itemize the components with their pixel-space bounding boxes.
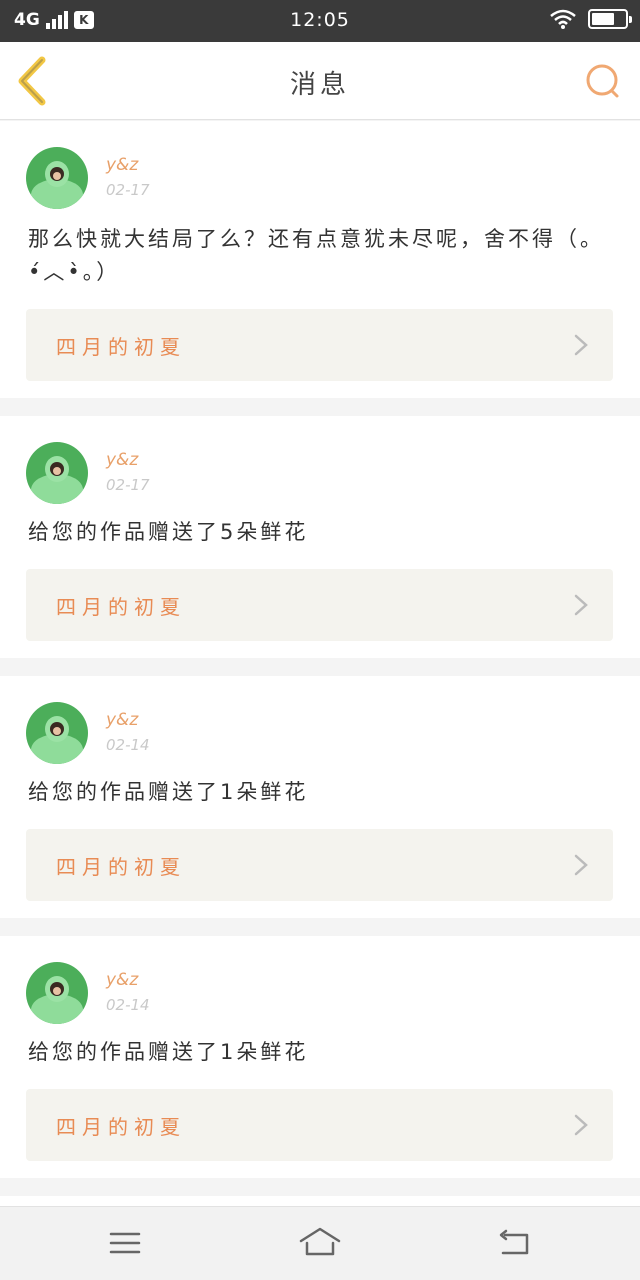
username[interactable]: y&z: [106, 450, 138, 470]
chevron-right-icon: [574, 854, 588, 876]
work-link[interactable]: 四月的初夏: [26, 829, 613, 901]
search-button[interactable]: [584, 62, 624, 102]
username[interactable]: y&z: [106, 710, 138, 730]
nav-back-button[interactable]: [493, 1223, 537, 1263]
message-card: y&z 02-14 给您的作品赠送了1朵鲜花 四月的初夏: [0, 676, 640, 918]
work-title: 四月的初夏: [56, 595, 186, 619]
page-title: 消息: [289, 70, 350, 100]
work-link[interactable]: 四月的初夏: [26, 309, 613, 381]
message-date: 02-17: [106, 181, 150, 199]
message-card: y&z 02-17 那么快就大结局了么？还有点意犹未尽呢，舍不得（。•́︿•̀。…: [0, 121, 640, 398]
chevron-right-icon: [574, 1114, 588, 1136]
message-text: 那么快就大结局了么？还有点意犹未尽呢，舍不得（。•́︿•̀。）: [28, 227, 604, 284]
message-date: 02-17: [106, 476, 150, 494]
message-date: 02-14: [106, 736, 150, 754]
work-link[interactable]: 四月的初夏: [26, 569, 613, 641]
menu-icon: [109, 1232, 141, 1254]
status-right: [550, 9, 632, 29]
message-text: 给您的作品赠送了5朵鲜花: [28, 520, 309, 544]
message-card: y&z 02-17 给您的作品赠送了5朵鲜花 四月的初夏: [0, 416, 640, 658]
wifi-icon: [550, 9, 576, 29]
search-icon: [586, 64, 619, 98]
username[interactable]: y&z: [106, 155, 138, 175]
status-time: 12:05: [290, 9, 350, 31]
chevron-right-icon: [574, 334, 588, 356]
username[interactable]: y&z: [106, 970, 138, 990]
work-link[interactable]: 四月的初夏: [26, 1089, 613, 1161]
work-title: 四月的初夏: [56, 1115, 186, 1139]
message-text: 给您的作品赠送了1朵鲜花: [28, 1040, 309, 1064]
back-icon: [499, 1229, 529, 1255]
home-button[interactable]: [298, 1223, 342, 1263]
message-card: y&z 02-14 给您的作品赠送了1朵鲜花 四月的初夏: [0, 936, 640, 1178]
message-list: y&z 02-17 那么快就大结局了么？还有点意犹未尽呢，舍不得（。•́︿•̀。…: [0, 121, 640, 1274]
avatar[interactable]: [26, 147, 88, 209]
battery-icon: [588, 9, 632, 29]
app-header: 消息: [0, 42, 640, 120]
avatar[interactable]: [26, 962, 88, 1024]
work-title: 四月的初夏: [56, 855, 186, 879]
home-icon: [299, 1227, 341, 1256]
work-title: 四月的初夏: [56, 335, 186, 359]
message-date: 02-14: [106, 996, 150, 1014]
avatar[interactable]: [26, 442, 88, 504]
status-bar: 4G K 12:05: [0, 0, 640, 42]
chevron-right-icon: [574, 594, 588, 616]
message-text: 给您的作品赠送了1朵鲜花: [28, 780, 309, 804]
avatar[interactable]: [26, 702, 88, 764]
menu-button[interactable]: [103, 1223, 147, 1263]
system-nav-bar: [0, 1206, 640, 1280]
